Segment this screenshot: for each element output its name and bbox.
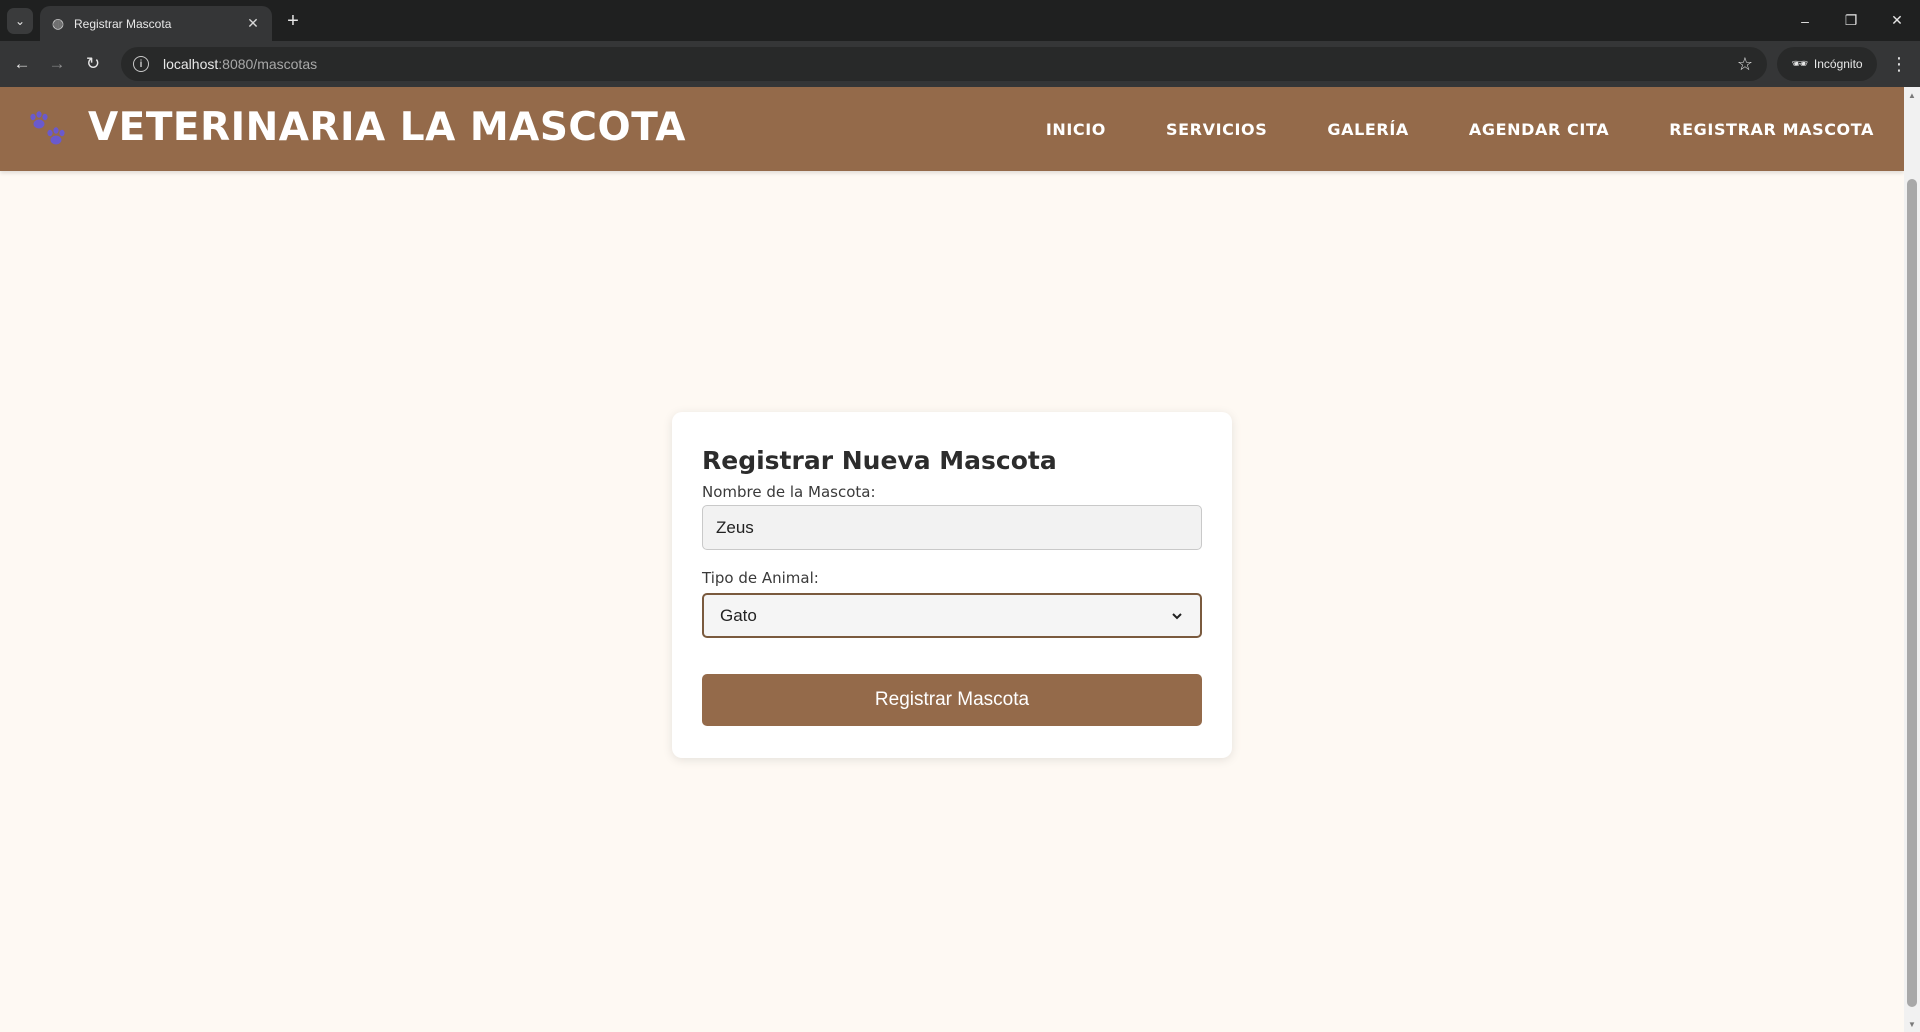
scroll-down-arrow-icon[interactable]: ▼ <box>1904 1016 1920 1032</box>
nav-agendar-cita[interactable]: AGENDAR CITA <box>1469 120 1609 139</box>
globe-icon: ◍ <box>51 15 65 31</box>
url-host: localhost <box>163 56 219 72</box>
site-info-icon[interactable]: i <box>133 56 149 72</box>
nav-galeria[interactable]: GALERÍA <box>1327 120 1409 139</box>
nav-inicio[interactable]: INICIO <box>1046 120 1106 139</box>
forward-arrow-icon[interactable]: → <box>43 50 71 78</box>
reload-icon[interactable]: ↻ <box>79 50 107 78</box>
site-title: VETERINARIA LA MASCOTA <box>88 105 686 150</box>
animal-type-select[interactable]: Gato <box>702 593 1202 638</box>
register-pet-form-card: Registrar Nueva Mascota Nombre de la Mas… <box>672 412 1232 758</box>
back-arrow-icon[interactable]: ← <box>8 50 36 78</box>
scrollbar-thumb[interactable] <box>1907 179 1917 1007</box>
animal-type-label: Tipo de Animal: <box>702 569 819 587</box>
site-header: VETERINARIA LA MASCOTA INICIO SERVICIOS … <box>0 87 1904 171</box>
animal-type-selected-value: Gato <box>720 605 757 625</box>
scroll-up-arrow-icon[interactable]: ▲ <box>1904 87 1920 103</box>
pet-name-label: Nombre de la Mascota: <box>702 483 876 501</box>
browser-tab[interactable]: ◍ Registrar Mascota ✕ <box>40 6 272 41</box>
register-pet-button[interactable]: Registrar Mascota <box>702 674 1202 726</box>
pet-name-input[interactable] <box>702 505 1202 550</box>
form-title: Registrar Nueva Mascota <box>702 446 1057 475</box>
nav-registrar-mascota[interactable]: REGISTRAR MASCOTA <box>1669 120 1874 139</box>
new-tab-plus-icon[interactable]: + <box>280 8 306 34</box>
tab-search-chevron-icon[interactable]: ⌄ <box>7 8 33 34</box>
tab-title: Registrar Mascota <box>74 16 172 31</box>
bookmark-star-icon[interactable]: ☆ <box>1733 52 1757 76</box>
incognito-label: Incógnito <box>1813 57 1863 71</box>
incognito-icon: 🕶 <box>1791 56 1808 71</box>
address-bar[interactable]: i localhost:8080/mascotas ☆ <box>121 47 1767 81</box>
browser-tab-bar: ⌄ ◍ Registrar Mascota ✕ + – ❐ ✕ <box>0 0 1920 41</box>
page-scrollbar[interactable]: ▲ ▼ <box>1904 87 1920 1032</box>
window-controls: – ❐ ✕ <box>1782 0 1920 41</box>
nav-servicios[interactable]: SERVICIOS <box>1166 120 1267 139</box>
close-window-icon[interactable]: ✕ <box>1874 0 1920 41</box>
minimize-icon[interactable]: – <box>1782 0 1828 41</box>
tab-close-icon[interactable]: ✕ <box>244 15 262 33</box>
kebab-menu-icon[interactable]: ⋮ <box>1885 50 1913 78</box>
incognito-badge[interactable]: 🕶 Incógnito <box>1777 47 1877 81</box>
url-path: :8080/mascotas <box>218 56 318 72</box>
page-viewport: VETERINARIA LA MASCOTA INICIO SERVICIOS … <box>0 87 1904 1032</box>
restore-icon[interactable]: ❐ <box>1828 0 1874 41</box>
site-nav: INICIO SERVICIOS GALERÍA AGENDAR CITA RE… <box>986 87 1874 171</box>
browser-toolbar: ← → ↻ i localhost:8080/mascotas ☆ 🕶 Incó… <box>0 41 1920 87</box>
paw-prints-icon <box>30 111 65 145</box>
chevron-down-icon <box>1172 612 1182 619</box>
